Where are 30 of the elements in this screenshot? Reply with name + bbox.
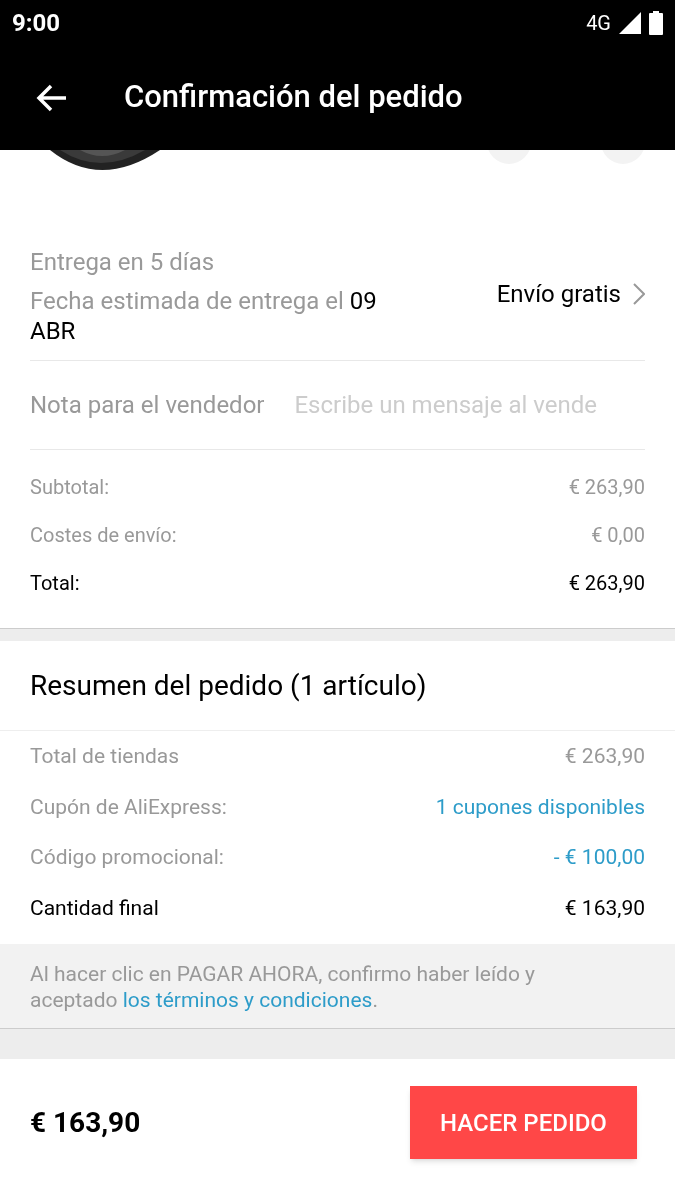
cost-label: Costes de envío: xyxy=(30,522,177,549)
summary-label: Cupón de AliExpress: xyxy=(30,793,227,821)
summary-link[interactable]: - € 100,00 xyxy=(553,842,645,874)
note-label: Nota para el vendedor xyxy=(30,390,265,421)
cost-label: Total: xyxy=(30,570,80,597)
network-label: 4G xyxy=(586,9,611,37)
summary-label: Código promocional: xyxy=(30,844,224,871)
signal-icon xyxy=(619,11,641,34)
summary-link[interactable]: 1 cupones disponibles xyxy=(435,791,645,823)
summary-title: Resumen del pedido (1 artículo) xyxy=(30,667,427,704)
summary-value: € 163,90 xyxy=(564,894,645,922)
summary-label: Total de tiendas xyxy=(30,743,180,770)
page-title: Confirmación del pedido xyxy=(124,77,463,118)
cost-value: € 263,90 xyxy=(568,474,645,501)
summary-value: € 263,90 xyxy=(564,743,645,770)
delivery-time: Entrega en 5 días xyxy=(30,247,216,278)
shipping-option[interactable]: Envío gratis xyxy=(496,276,645,312)
total-price: € 163,90 xyxy=(30,1104,141,1141)
cost-label: Subtotal: xyxy=(30,474,109,501)
terms-notice: Al hacer clic en PAGAR AHORA, confirmo haber leído y aceptado los términos y condiciones. xyxy=(30,961,537,1013)
chevron-icon xyxy=(633,283,645,305)
cost-value: € 0,00 xyxy=(591,522,645,549)
delivery-estimate: Fecha estimada de entrega el 09 ABR xyxy=(30,286,378,346)
place-order-button[interactable]: HACER PEDIDO xyxy=(410,1086,637,1159)
battery-icon xyxy=(649,10,663,35)
status-time: 9:00 xyxy=(12,7,61,39)
terms-link[interactable]: los términos y condiciones xyxy=(122,988,373,1012)
summary-label: Cantidad final xyxy=(30,894,159,922)
cost-value: € 263,90 xyxy=(568,570,645,597)
back-icon[interactable] xyxy=(36,83,68,112)
